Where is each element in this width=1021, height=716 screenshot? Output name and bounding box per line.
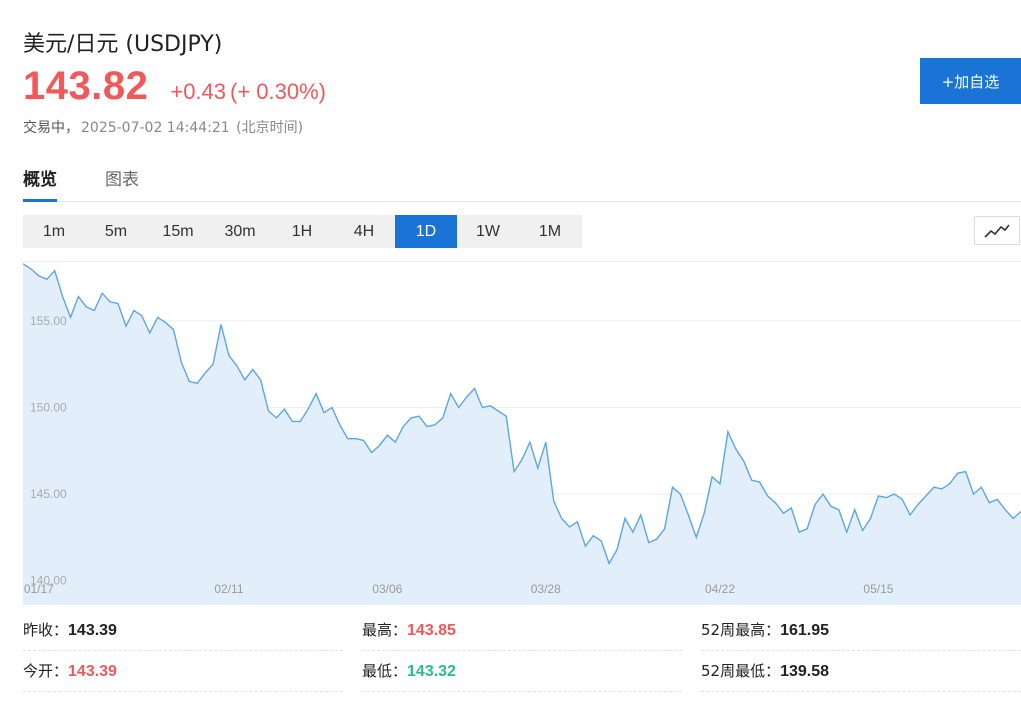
chart-type-button[interactable] [974,216,1020,245]
stat-high: 最高：143.85 [362,610,456,650]
x-tick-label: 05/15 [863,582,893,596]
stat-label: 昨收： [23,621,69,639]
period-selector: 1m 5m 15m 30m 1H 4H 1D 1W 1M [23,215,582,248]
x-tick-label: 02/11 [214,582,243,596]
chart-svg: 155.00150.00145.00140.0001/17 02/11 03/06 0… [23,263,1021,605]
divider [23,691,343,692]
period-1w[interactable]: 1W [457,215,519,248]
add-watchlist-button[interactable]: +加自选 [920,58,1021,104]
stat-open: 今开：143.39 [23,651,117,691]
stat-52w-high: 52周最高：161.95 [701,610,829,650]
stat-value: 143.85 [407,622,456,639]
tab-bar: 概览 图表 [23,163,1021,202]
stat-low: 最低：143.32 [362,651,456,691]
period-5m[interactable]: 5m [85,215,147,248]
period-1d[interactable]: 1D [395,215,457,248]
stat-label: 最低： [362,662,408,680]
stat-value: 161.95 [780,622,830,639]
page-title: 美元/日元 (USDJPY) [23,32,223,57]
tab-chart[interactable]: 图表 [105,165,139,199]
timezone: (北京时间) [236,120,304,136]
stat-value: 143.39 [68,622,117,639]
y-tick-label: 150.00 [30,401,67,415]
price-chart[interactable]: 155.00 150.00 145.00 140.00 01/17 02/11 03/06 0… [23,261,1021,605]
price-change: +0.43 (+ 0.30%) [170,79,326,105]
price-row: 143.82 +0.43 (+ 0.30%) [23,64,326,114]
stat-52w-low: 52周最低：139.58 [701,651,829,691]
tab-overview[interactable]: 概览 [23,165,57,202]
period-15m[interactable]: 15m [147,215,209,248]
current-price: 143.82 [23,64,149,108]
stat-label: 最高： [362,621,408,639]
stat-label: 52周最低： [701,662,781,680]
x-tick-label: 04/22 [705,582,735,596]
y-tick-label: 155.00 [30,314,67,328]
period-30m[interactable]: 30m [209,215,271,248]
stat-value: 139.58 [780,663,830,680]
stat-value: 143.32 [407,663,456,680]
period-1mo[interactable]: 1M [519,215,581,248]
stat-label: 今开： [23,662,69,680]
x-tick-label: 01/17 [24,582,54,596]
period-1m[interactable]: 1m [23,215,85,248]
stat-label: 52周最高： [701,621,781,639]
change-percent: (+ 0.30%) [230,79,327,104]
trading-status: 交易中， 2025-07-02 14:44:21 (北京时间) [23,117,303,137]
change-value: +0.43 [170,79,227,104]
x-tick-label: 03/06 [372,582,402,596]
stat-prev-close: 昨收：143.39 [23,610,117,650]
x-tick-label: 03/28 [531,582,561,596]
divider [362,691,682,692]
status-label: 交易中， [23,120,79,136]
period-4h[interactable]: 4H [333,215,395,248]
period-1h[interactable]: 1H [271,215,333,248]
series-area [23,263,1021,605]
stat-value: 143.39 [68,663,117,680]
timestamp: 2025-07-02 14:44:21 [81,120,230,136]
line-chart-icon [984,224,1010,238]
y-tick-label: 145.00 [30,487,67,501]
divider [701,691,1021,692]
